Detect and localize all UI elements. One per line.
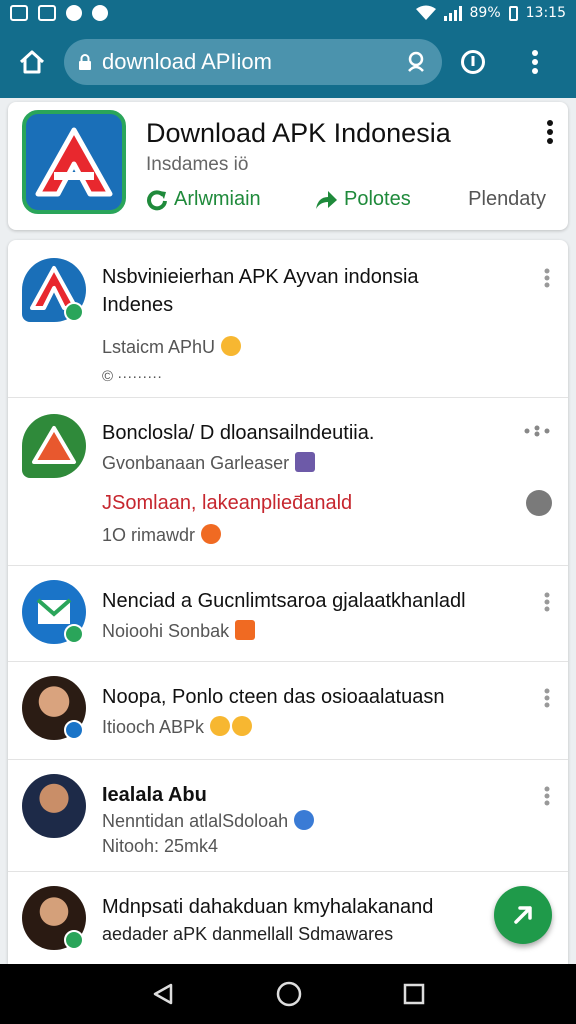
more-vert-icon <box>547 120 553 144</box>
action-button-3[interactable]: Plendaty <box>468 188 546 211</box>
feed-item-meta: Lstaicm APhU <box>102 337 216 357</box>
browser-toolbar: download APIiom <box>0 26 576 98</box>
feed-list: Nsbvinieierhan APK Ayvan indonsia Indene… <box>8 240 568 964</box>
feed-item-title: Nenciad a Gucnlimtsaroa gjalaatkhanladl <box>102 590 466 612</box>
feed-item-meta: Gvonbanaan Garleaser <box>102 453 290 473</box>
app-header-card: Download APK Indonesia Insdames iö Arlwm… <box>8 102 568 230</box>
more-vert-icon <box>544 592 550 612</box>
feed-item[interactable]: Nsbvinieierhan APK Ayvan indonsia Indene… <box>8 240 568 398</box>
play-badge-icon[interactable] <box>526 490 552 516</box>
share-dots-icon <box>524 425 550 437</box>
battery-level: 89% <box>469 5 501 21</box>
feed-item-meta: Noioohi Sonbak <box>102 621 230 641</box>
notification-dot-icon <box>92 5 108 21</box>
notification-dot-icon <box>66 5 82 21</box>
action-label-3: Plendaty <box>468 188 546 210</box>
feed-item[interactable]: Nenciad a Gucnlimtsaroa gjalaatkhanladl … <box>8 566 568 662</box>
app-subtitle: Insdames iö <box>146 154 249 175</box>
action-button-1[interactable]: Arlwmiain <box>146 188 314 211</box>
account-search-icon[interactable] <box>406 51 428 73</box>
url-bar[interactable]: download APIiom <box>64 39 442 85</box>
feed-item-title-2: Indenes <box>102 294 174 316</box>
fire-emoji-icon <box>201 524 222 544</box>
feed-item-meta: Nenntidan atlalSdoloah <box>102 811 289 831</box>
action-label-2: Polotes <box>344 188 411 210</box>
app-more-button[interactable] <box>546 120 554 149</box>
url-text[interactable]: download APIiom <box>102 49 406 75</box>
laugh-emoji-icon <box>232 716 253 736</box>
info-button[interactable] <box>442 26 504 98</box>
item-more-button[interactable] <box>544 688 550 713</box>
overflow-menu-button[interactable] <box>504 26 566 98</box>
share-icon <box>316 190 337 209</box>
feed-item-title: Nsbvinieierhan APK Ayvan indonsia <box>102 266 419 288</box>
system-nav-bar <box>0 964 576 1024</box>
arrow-up-right-icon <box>514 906 532 924</box>
battery-icon <box>508 5 518 21</box>
back-icon[interactable] <box>151 982 175 1006</box>
feed-item-meta: aedader aPK danmellall Sdmawares <box>102 924 394 944</box>
feed-item-title: Mdnpsati dahakduan kmyhalakanand <box>102 896 434 918</box>
feed-item[interactable]: Bonclosla/ D dloansailndeutiia. Gvonbana… <box>8 398 568 566</box>
app-logo-icon <box>22 110 126 214</box>
feed-item-meta-2: © ········· <box>102 368 163 385</box>
app-actions: Arlwmiain Polotes Plendaty <box>146 188 546 211</box>
share-logo-avatar <box>22 414 86 478</box>
user-avatar <box>22 774 86 838</box>
gallery-notification-icon <box>38 5 56 21</box>
verified-badge-icon <box>64 720 84 740</box>
trending-fab[interactable] <box>494 886 552 944</box>
signal-icon <box>443 5 462 21</box>
lock-icon <box>79 54 91 70</box>
refresh-icon <box>147 189 167 210</box>
clock: 13:15 <box>525 5 566 21</box>
feed-item-meta-2: 1O rimawdr <box>102 525 196 545</box>
info-icon <box>461 50 485 74</box>
app-title: Download APK Indonesia <box>146 118 451 148</box>
feed-item-meta-2: Nitooh: 25mk4 <box>102 836 219 856</box>
feed-item-title: Noopa, Ponlo cteen das osioaalatuasn <box>102 686 445 708</box>
item-more-button[interactable] <box>544 268 550 293</box>
home-icon <box>19 50 45 74</box>
pencil-emoji-icon <box>295 452 316 472</box>
home-button[interactable] <box>0 26 64 98</box>
more-vert-icon <box>544 268 550 288</box>
home-circle-icon[interactable] <box>276 981 302 1007</box>
more-vert-icon <box>544 786 550 806</box>
star-emoji-icon <box>235 620 256 640</box>
item-more-button[interactable] <box>544 786 550 811</box>
more-vert-icon <box>544 688 550 708</box>
feed-item-title: Bonclosla/ D dloansailndeutiia. <box>102 422 375 444</box>
feed-item-meta: Itiooch ABPk <box>102 717 205 737</box>
feed-item-highlight: JSomlaan, lakeanplied̄anald <box>102 492 353 514</box>
status-bar: 89% 13:15 <box>0 0 576 26</box>
verified-badge-icon <box>64 930 84 950</box>
feed-item-title: Iealala Abu <box>102 784 207 806</box>
verified-badge-icon <box>64 302 84 322</box>
smile-emoji-icon <box>221 336 242 356</box>
wifi-icon <box>415 5 436 20</box>
feed-item[interactable]: Iealala Abu Nenntidan atlalSdoloah Nitoo… <box>8 760 568 872</box>
image-notification-icon <box>10 5 28 21</box>
more-vert-icon <box>532 50 538 74</box>
action-button-2[interactable]: Polotes <box>314 188 460 211</box>
recents-icon[interactable] <box>403 983 425 1005</box>
item-share-button[interactable] <box>524 424 550 442</box>
verified-badge-icon <box>64 624 84 644</box>
item-more-button[interactable] <box>544 592 550 617</box>
action-label-1: Arlwmiain <box>174 188 261 210</box>
laugh-emoji-icon <box>210 716 231 736</box>
feed-item[interactable]: Mdnpsati dahakduan kmyhalakanand aedader… <box>8 872 568 964</box>
feed-item[interactable]: Noopa, Ponlo cteen das osioaalatuasn Iti… <box>8 662 568 760</box>
gear-emoji-icon <box>294 810 315 830</box>
